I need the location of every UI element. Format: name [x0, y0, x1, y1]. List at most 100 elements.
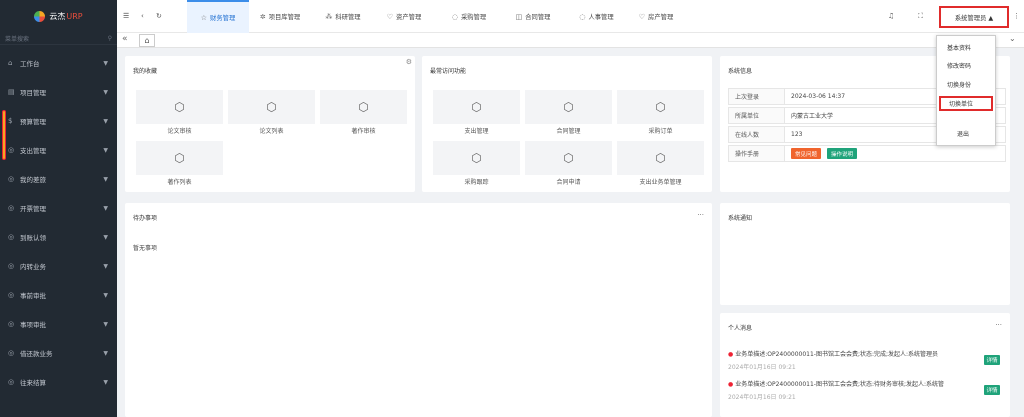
info-value: 内蒙古工业大学 [791, 113, 834, 120]
module-tab[interactable]: ☆ 财务管理 [187, 0, 249, 33]
module-label: 采购管理 [460, 14, 487, 21]
shortcut-label: 采购跟踪 [464, 179, 489, 186]
sidebar-item[interactable]: ◎ 开票管理 ▼ [0, 198, 117, 218]
module-label: 房产管理 [648, 14, 674, 21]
sidebar-item[interactable]: ◎ 事项审批 ▼ [0, 314, 117, 334]
shortcut-tile[interactable]: ⬡ [525, 90, 612, 124]
module-tab[interactable]: ◫ 合同管理 [503, 0, 563, 33]
messages-more-icon[interactable]: ··· [995, 321, 1002, 329]
tab-scroll-left-icon[interactable]: « [122, 34, 128, 44]
shortcut-tile[interactable]: ⬡ [228, 90, 315, 124]
module-tab[interactable]: ♡ 房产管理 [627, 0, 685, 33]
home-tab-icon[interactable]: ⌂ [139, 34, 155, 47]
shortcut-tile[interactable]: ⬡ [433, 90, 520, 124]
sidebar-item-label: 我的差旅 [20, 176, 46, 184]
sidebar-item[interactable]: ⌂ 工作台 ▼ [0, 53, 117, 73]
bullet-icon: ● [728, 351, 734, 358]
menu-item-icon: $ [8, 117, 13, 125]
caret-down-icon: ▼ [103, 291, 108, 299]
bell-icon[interactable]: ♫ [888, 12, 894, 20]
module-tab[interactable]: ♡ 资产管理 [375, 0, 433, 33]
sidebar-item[interactable]: ▤ 项目管理 ▼ [0, 82, 117, 102]
user-menu-button[interactable]: 系统管理员 ▲ [939, 6, 1009, 28]
module-icon: ♡ [638, 12, 646, 21]
sidebar-item[interactable]: $ 预算管理 ▼ [0, 111, 117, 131]
module-tab[interactable]: ✲ 项目库管理 [246, 0, 314, 33]
caret-down-icon: ▼ [103, 320, 108, 328]
dropdown-item[interactable]: 修改密码 [937, 58, 995, 73]
cube-icon: ⬡ [563, 151, 574, 165]
message-item[interactable]: ● 业务单描述:OP2400000011-图书馆工会会费;状态:待财务审核;发起人… [728, 379, 1008, 401]
cube-icon: ⬡ [655, 151, 666, 165]
sidebar-item[interactable]: ◎ 我的差旅 ▼ [0, 169, 117, 189]
todo-more-icon[interactable]: ··· [697, 211, 704, 219]
shortcut-label: 著作审核 [351, 128, 376, 135]
fullscreen-icon[interactable]: ⛶ [918, 12, 923, 21]
favorites-card: 我的收藏 ⚙ ⬡ 论文审核 ⬡ 论文列表 ⬡ 著作审核 ⬡ 著作列表 [125, 56, 415, 192]
shortcut-tile[interactable]: ⬡ [320, 90, 407, 124]
shortcut-tile[interactable]: ⬡ [433, 141, 520, 175]
shortcut-tile[interactable]: ⬡ [525, 141, 612, 175]
caret-down-icon: ▼ [103, 175, 108, 183]
sidebar-item-label: 借还款业务 [20, 350, 53, 358]
message-item[interactable]: ● 业务单描述:OP2400000011-图书馆工会会费;状态:完成;发起人:系统… [728, 349, 1008, 371]
cube-icon: ⬡ [563, 100, 574, 114]
dropdown-item[interactable]: 切换单位 [939, 96, 993, 111]
dropdown-item[interactable]: 基本资料 [937, 40, 995, 55]
shortcut-label: 支出管理 [464, 128, 489, 135]
module-label: 财务管理 [210, 15, 236, 22]
menu-item-icon: ◎ [8, 320, 15, 328]
info-key: 操作手册 [729, 146, 785, 161]
refresh-icon[interactable]: ↻ [156, 12, 162, 20]
module-tab[interactable]: ◌ 采购管理 [440, 0, 498, 33]
module-tab[interactable]: ◌ 人事管理 [569, 0, 624, 33]
cube-icon: ⬡ [471, 151, 482, 165]
favorites-title: 我的收藏 [133, 68, 158, 75]
sidebar-item[interactable]: ◎ 到账认领 ▼ [0, 227, 117, 247]
shortcut-label: 采购订单 [648, 128, 673, 135]
shortcut-tile[interactable]: ⬡ [136, 141, 223, 175]
sidebar-item[interactable]: ◎ 支出管理 ▼ [0, 140, 117, 160]
bullet-icon: ● [728, 381, 734, 388]
tab-dropdown-icon[interactable]: ⌄ [1009, 34, 1016, 43]
back-icon[interactable]: ‹ [141, 12, 144, 20]
module-tab[interactable]: ⁂ 科研管理 [314, 0, 372, 33]
shortcut-tile[interactable]: ⬡ [617, 90, 704, 124]
logo: 云杰 URP [0, 0, 117, 33]
shortcut-label: 论文审核 [167, 128, 192, 135]
menu-search-input[interactable]: 菜单搜索 ⚲ [0, 33, 117, 45]
manual-button[interactable]: 操作说明 [827, 148, 858, 159]
more-icon[interactable]: ⋮ [1013, 12, 1020, 20]
todo-title: 待办事项 [133, 215, 158, 222]
dropdown-item[interactable]: 退出 [937, 126, 995, 141]
user-label: 系统管理员 ▲ [954, 14, 994, 22]
sidebar-item[interactable]: ◎ 事前审批 ▼ [0, 285, 117, 305]
faq-button[interactable]: 常见问题 [791, 148, 822, 159]
tab-bar: « ⌂ ⌄ [117, 33, 1024, 48]
search-icon: ⚲ [107, 35, 112, 42]
shortcut-tile[interactable]: ⬡ [617, 141, 704, 175]
module-icon: ◫ [515, 12, 523, 21]
module-icon: ◌ [579, 12, 586, 21]
dropdown-item[interactable]: 切换身份 [937, 77, 995, 92]
module-label: 项目库管理 [268, 14, 301, 21]
module-icon: ◌ [451, 12, 458, 21]
shortcut-label: 论文列表 [259, 128, 284, 135]
sidebar-item[interactable]: ◎ 往来结算 ▼ [0, 372, 117, 392]
logo-icon [34, 11, 46, 22]
caret-down-icon: ▼ [103, 378, 108, 386]
settings-icon[interactable]: ⚙ [406, 58, 412, 66]
menu-search-placeholder: 菜单搜索 [5, 36, 30, 43]
shortcut-tile[interactable]: ⬡ [136, 90, 223, 124]
detail-button[interactable]: 详情 [984, 355, 1000, 365]
caret-down-icon: ▼ [103, 88, 108, 96]
cube-icon: ⬡ [174, 100, 185, 114]
info-row: 操作手册 常见问题 操作说明 [728, 145, 1006, 162]
detail-button[interactable]: 详情 [984, 385, 1000, 395]
shortcut-label: 合同申请 [556, 179, 581, 186]
sidebar-item[interactable]: ◎ 借还款业务 ▼ [0, 343, 117, 363]
messages-card: 个人消息 ··· ● 业务单描述:OP2400000011-图书馆工会会费;状态:… [720, 313, 1010, 417]
caret-down-icon: ▼ [103, 204, 108, 212]
menu-toggle-icon[interactable]: ☰ [123, 12, 129, 20]
sidebar-item[interactable]: ◎ 内转业务 ▼ [0, 256, 117, 276]
